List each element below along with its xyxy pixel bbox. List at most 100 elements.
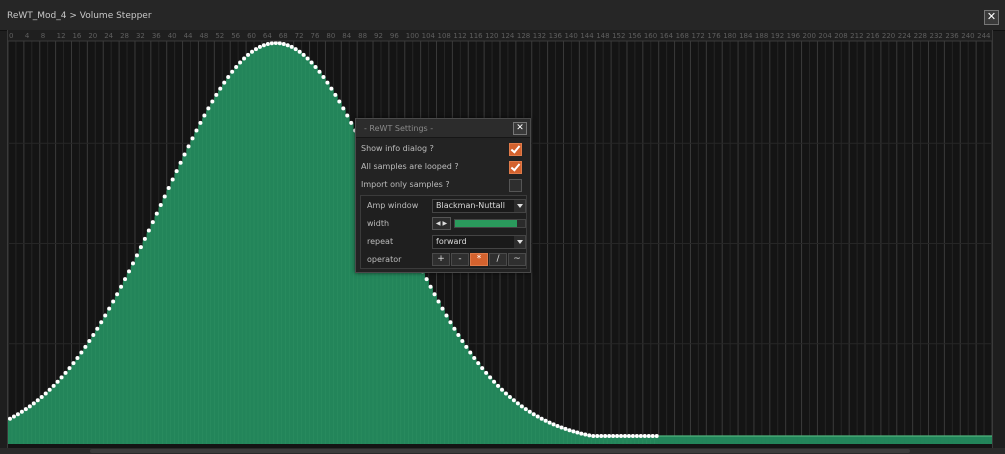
step-bar bbox=[678, 435, 683, 444]
step-bar bbox=[436, 301, 441, 444]
step-bar bbox=[964, 435, 969, 444]
step-bar bbox=[765, 435, 771, 444]
ruler-tick-label: 4 bbox=[25, 32, 30, 40]
step-bar bbox=[519, 406, 525, 444]
show-info-dialog-checkbox[interactable] bbox=[509, 143, 522, 156]
step-point bbox=[99, 320, 104, 325]
step-point bbox=[19, 409, 24, 414]
step-bar bbox=[281, 43, 287, 444]
step-point bbox=[162, 194, 167, 199]
width-slider[interactable] bbox=[454, 219, 526, 228]
step-bar bbox=[15, 414, 21, 444]
step-bar bbox=[301, 54, 306, 444]
step-point bbox=[95, 326, 100, 331]
step-bar bbox=[900, 435, 906, 444]
ruler-tick-label: 80 bbox=[326, 32, 335, 40]
step-bar bbox=[833, 435, 838, 444]
step-bar bbox=[666, 435, 672, 444]
step-point bbox=[206, 106, 211, 111]
step-point bbox=[297, 49, 302, 54]
step-point bbox=[646, 433, 651, 438]
step-bar bbox=[960, 435, 965, 444]
step-bar bbox=[849, 435, 854, 444]
step-bar bbox=[99, 322, 104, 444]
ruler-tick-label: 236 bbox=[945, 32, 959, 40]
step-point bbox=[444, 313, 449, 318]
step-point bbox=[587, 433, 592, 438]
step-point bbox=[507, 394, 512, 399]
step-point bbox=[599, 433, 604, 438]
amp-window-select[interactable]: Blackman-Nuttall bbox=[432, 199, 526, 213]
step-bar bbox=[674, 435, 679, 444]
ruler-tick-label: 148 bbox=[596, 32, 609, 40]
step-point bbox=[305, 56, 310, 61]
step-bar bbox=[146, 230, 152, 444]
window-close-button[interactable]: ✕ bbox=[984, 10, 999, 25]
step-point bbox=[127, 269, 132, 274]
step-point bbox=[39, 394, 44, 399]
step-point bbox=[23, 407, 28, 412]
step-bar bbox=[428, 286, 433, 444]
ruler-tick-label: 208 bbox=[834, 32, 847, 40]
step-bar bbox=[464, 346, 469, 444]
step-bar bbox=[154, 213, 160, 444]
ruler-tick-label: 60 bbox=[247, 32, 256, 40]
step-point bbox=[15, 412, 20, 417]
step-bar bbox=[134, 255, 140, 444]
step-point bbox=[543, 418, 548, 423]
operator-add-button[interactable]: + bbox=[432, 253, 450, 266]
step-bar bbox=[210, 101, 215, 444]
operator-divide-button[interactable]: / bbox=[489, 253, 507, 266]
step-bar bbox=[531, 414, 537, 444]
step-bar bbox=[440, 308, 445, 444]
step-bar bbox=[563, 428, 568, 444]
ruler-tick-label: 44 bbox=[184, 32, 193, 40]
step-point bbox=[345, 113, 350, 118]
step-bar bbox=[722, 435, 727, 444]
width-label: width bbox=[367, 219, 390, 228]
step-point bbox=[158, 203, 163, 208]
step-bar bbox=[492, 381, 497, 444]
step-point bbox=[480, 366, 485, 371]
step-bar bbox=[694, 435, 699, 444]
step-bar bbox=[337, 101, 342, 444]
step-bar bbox=[507, 396, 513, 444]
repeat-select[interactable]: forward bbox=[432, 235, 526, 249]
scrollbar-thumb[interactable] bbox=[90, 449, 910, 453]
step-point bbox=[547, 420, 552, 425]
step-point bbox=[654, 433, 659, 438]
step-bar bbox=[896, 435, 902, 444]
step-point bbox=[119, 284, 124, 289]
ruler-tick-label: 100 bbox=[406, 32, 419, 40]
ruler-tick-label: 52 bbox=[215, 32, 224, 40]
step-bar bbox=[170, 179, 176, 444]
operator-modulate-button[interactable]: ~ bbox=[508, 253, 526, 266]
step-point bbox=[424, 277, 429, 282]
step-point bbox=[488, 375, 493, 380]
dialog-close-button[interactable]: ✕ bbox=[513, 122, 527, 135]
step-point bbox=[432, 292, 437, 297]
step-bar bbox=[500, 389, 505, 444]
step-point bbox=[468, 350, 473, 355]
step-bar bbox=[127, 271, 132, 444]
step-bar bbox=[880, 435, 886, 444]
chevron-down-icon bbox=[514, 236, 525, 248]
step-bar bbox=[115, 294, 120, 444]
step-bar bbox=[309, 62, 314, 445]
step-bar bbox=[178, 162, 183, 445]
step-point bbox=[519, 404, 524, 409]
step-bar bbox=[888, 435, 894, 444]
ruler-tick-label: 188 bbox=[755, 32, 768, 40]
step-point bbox=[611, 433, 616, 438]
step-bar bbox=[257, 46, 263, 444]
operator-multiply-button[interactable]: * bbox=[470, 253, 488, 266]
all-samples-looped-checkbox[interactable] bbox=[509, 161, 522, 174]
width-nudge-button[interactable]: ◀ ▶ bbox=[432, 217, 451, 230]
ruler-tick-label: 56 bbox=[231, 32, 240, 40]
ruler-tick-label: 160 bbox=[644, 32, 657, 40]
import-only-samples-checkbox[interactable] bbox=[509, 179, 522, 192]
step-point bbox=[107, 306, 112, 311]
step-point bbox=[650, 433, 655, 438]
horizontal-scrollbar[interactable] bbox=[0, 448, 1005, 454]
operator-subtract-button[interactable]: - bbox=[451, 253, 469, 266]
